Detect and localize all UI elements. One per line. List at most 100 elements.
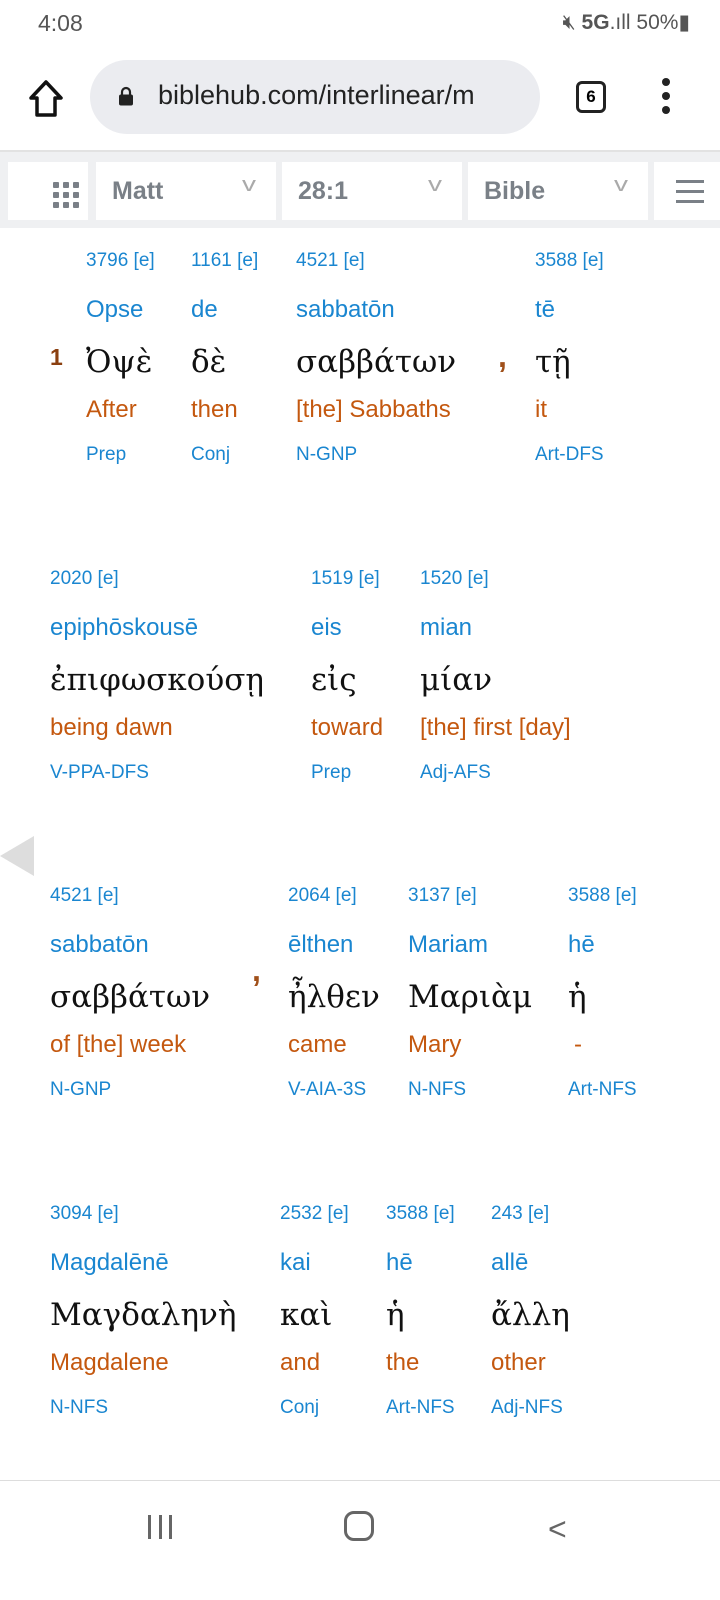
english-gloss: [the] first [day] xyxy=(420,714,571,741)
parsing-link[interactable]: Prep xyxy=(86,444,126,466)
transliteration-link[interactable]: allē xyxy=(491,1249,528,1277)
transliteration-link[interactable]: hē xyxy=(386,1249,413,1277)
parsing-link[interactable]: N-NFS xyxy=(408,1079,466,1101)
strongs-number-link[interactable]: 3588 [e] xyxy=(535,250,604,272)
strongs-number-link[interactable]: 1161 [e] xyxy=(191,250,258,272)
hamburger-icon xyxy=(676,180,704,210)
greek-word: ἡ xyxy=(386,1297,405,1333)
greek-word: Μαγδαληνὴ xyxy=(50,1297,237,1333)
parsing-link[interactable]: Art-NFS xyxy=(386,1397,455,1419)
transliteration-link[interactable]: sabbatōn xyxy=(50,931,149,959)
greek-word: μίαν xyxy=(420,662,493,698)
strongs-number-link[interactable]: 3796 [e] xyxy=(86,250,155,272)
strongs-number-link[interactable]: 243 [e] xyxy=(491,1203,549,1225)
english-gloss: came xyxy=(288,1031,347,1058)
english-gloss: other xyxy=(491,1349,546,1376)
greek-word: ἦλθεν xyxy=(288,979,380,1015)
battery-level: 50% xyxy=(636,11,679,34)
battery-icon: ▮ xyxy=(678,11,690,34)
english-gloss: then xyxy=(191,396,238,423)
parsing-link[interactable]: Prep xyxy=(311,762,351,784)
strongs-number-link[interactable]: 1520 [e] xyxy=(420,568,489,590)
strongs-number-link[interactable]: 3588 [e] xyxy=(568,885,637,907)
parsing-link[interactable]: Conj xyxy=(191,444,230,466)
parsing-link[interactable]: N-GNP xyxy=(50,1079,111,1101)
transliteration-link[interactable]: ēlthen xyxy=(288,931,353,959)
strongs-number-link[interactable]: 2020 [e] xyxy=(50,568,119,590)
english-gloss: Magdalene xyxy=(50,1349,169,1376)
parsing-link[interactable]: V-PPA-DFS xyxy=(50,762,149,784)
transliteration-link[interactable]: Magdalēnē xyxy=(50,1249,169,1277)
chevron-down-icon: v xyxy=(614,174,628,196)
url-text: biblehub.com/interlinear/m xyxy=(158,80,475,110)
strongs-number-link[interactable]: 4521 [e] xyxy=(50,885,119,907)
english-gloss: - xyxy=(574,1031,582,1058)
punctuation: , xyxy=(252,952,261,988)
greek-word: ἐπιφωσκούσῃ xyxy=(50,662,264,698)
transliteration-link[interactable]: Opse xyxy=(86,296,143,324)
greek-word: εἰς xyxy=(311,662,357,698)
recent-apps-icon[interactable] xyxy=(148,1515,172,1539)
transliteration-link[interactable]: epiphōskousē xyxy=(50,614,198,642)
strongs-number-link[interactable]: 2532 [e] xyxy=(280,1203,349,1225)
transliteration-link[interactable]: de xyxy=(191,296,218,324)
home-button-icon[interactable] xyxy=(344,1511,374,1541)
transliteration-link[interactable]: hē xyxy=(568,931,595,959)
parsing-link[interactable]: Conj xyxy=(280,1397,319,1419)
parsing-link[interactable]: Art-NFS xyxy=(568,1079,637,1101)
apps-button[interactable] xyxy=(8,162,88,220)
english-gloss: it xyxy=(535,396,547,423)
book-select[interactable]: Matt v xyxy=(96,162,276,220)
status-bar: 4:08 🔇︎ 5G.ıll 50%▮ xyxy=(0,0,720,48)
parsing-link[interactable]: Adj-NFS xyxy=(491,1397,563,1419)
greek-word: ἡ xyxy=(568,979,587,1015)
verse-number[interactable]: 1 xyxy=(50,344,63,371)
lock-icon xyxy=(119,86,133,106)
home-icon[interactable] xyxy=(28,78,64,118)
transliteration-link[interactable]: kai xyxy=(280,1249,311,1277)
transliteration-link[interactable]: mian xyxy=(420,614,472,642)
parsing-link[interactable]: Art-DFS xyxy=(535,444,604,466)
transliteration-link[interactable]: eis xyxy=(311,614,342,642)
address-bar[interactable]: biblehub.com/interlinear/m xyxy=(90,60,540,134)
strongs-number-link[interactable]: 3588 [e] xyxy=(386,1203,455,1225)
more-options-icon[interactable] xyxy=(662,78,670,120)
tab-count-button[interactable]: 6 xyxy=(576,81,606,113)
transliteration-link[interactable]: sabbatōn xyxy=(296,296,395,324)
version-select[interactable]: Bible v xyxy=(468,162,648,220)
parsing-link[interactable]: N-GNP xyxy=(296,444,357,466)
back-icon[interactable]: < xyxy=(548,1511,567,1548)
greek-word: δὲ xyxy=(191,344,227,380)
transliteration-link[interactable]: tē xyxy=(535,296,555,324)
english-gloss: Mary xyxy=(408,1031,462,1058)
greek-word: Ὀψὲ xyxy=(86,344,153,380)
english-gloss: After xyxy=(86,396,137,423)
system-nav-bar: < xyxy=(0,1480,720,1600)
menu-button[interactable] xyxy=(654,162,720,220)
greek-word: Μαριὰμ xyxy=(408,979,533,1015)
parsing-link[interactable]: V-AIA-3S xyxy=(288,1079,366,1101)
previous-verse-arrow[interactable] xyxy=(0,836,34,876)
strongs-number-link[interactable]: 2064 [e] xyxy=(288,885,357,907)
strongs-number-link[interactable]: 3137 [e] xyxy=(408,885,477,907)
transliteration-link[interactable]: Mariam xyxy=(408,931,488,959)
greek-word: σαββάτων xyxy=(296,344,457,380)
greek-word: τῇ xyxy=(535,344,571,380)
greek-word: σαββάτων xyxy=(50,979,211,1015)
parsing-link[interactable]: N-NFS xyxy=(50,1397,108,1419)
strongs-number-link[interactable]: 1519 [e] xyxy=(311,568,380,590)
english-gloss: and xyxy=(280,1349,321,1376)
network-label: 5G xyxy=(581,11,610,34)
mute-icon: 🔇︎ xyxy=(562,11,576,34)
strongs-number-link[interactable]: 4521 [e] xyxy=(296,250,365,272)
grid-icon xyxy=(53,182,79,208)
chevron-down-icon: v xyxy=(428,174,442,196)
clock: 4:08 xyxy=(38,10,83,36)
chapter-select[interactable]: 28:1 v xyxy=(282,162,462,220)
parsing-link[interactable]: Adj-AFS xyxy=(420,762,491,784)
english-gloss: the xyxy=(386,1349,420,1376)
strongs-number-link[interactable]: 3094 [e] xyxy=(50,1203,119,1225)
english-gloss: being dawn xyxy=(50,714,173,741)
punctuation: , xyxy=(498,338,507,374)
english-gloss: toward xyxy=(311,714,384,741)
